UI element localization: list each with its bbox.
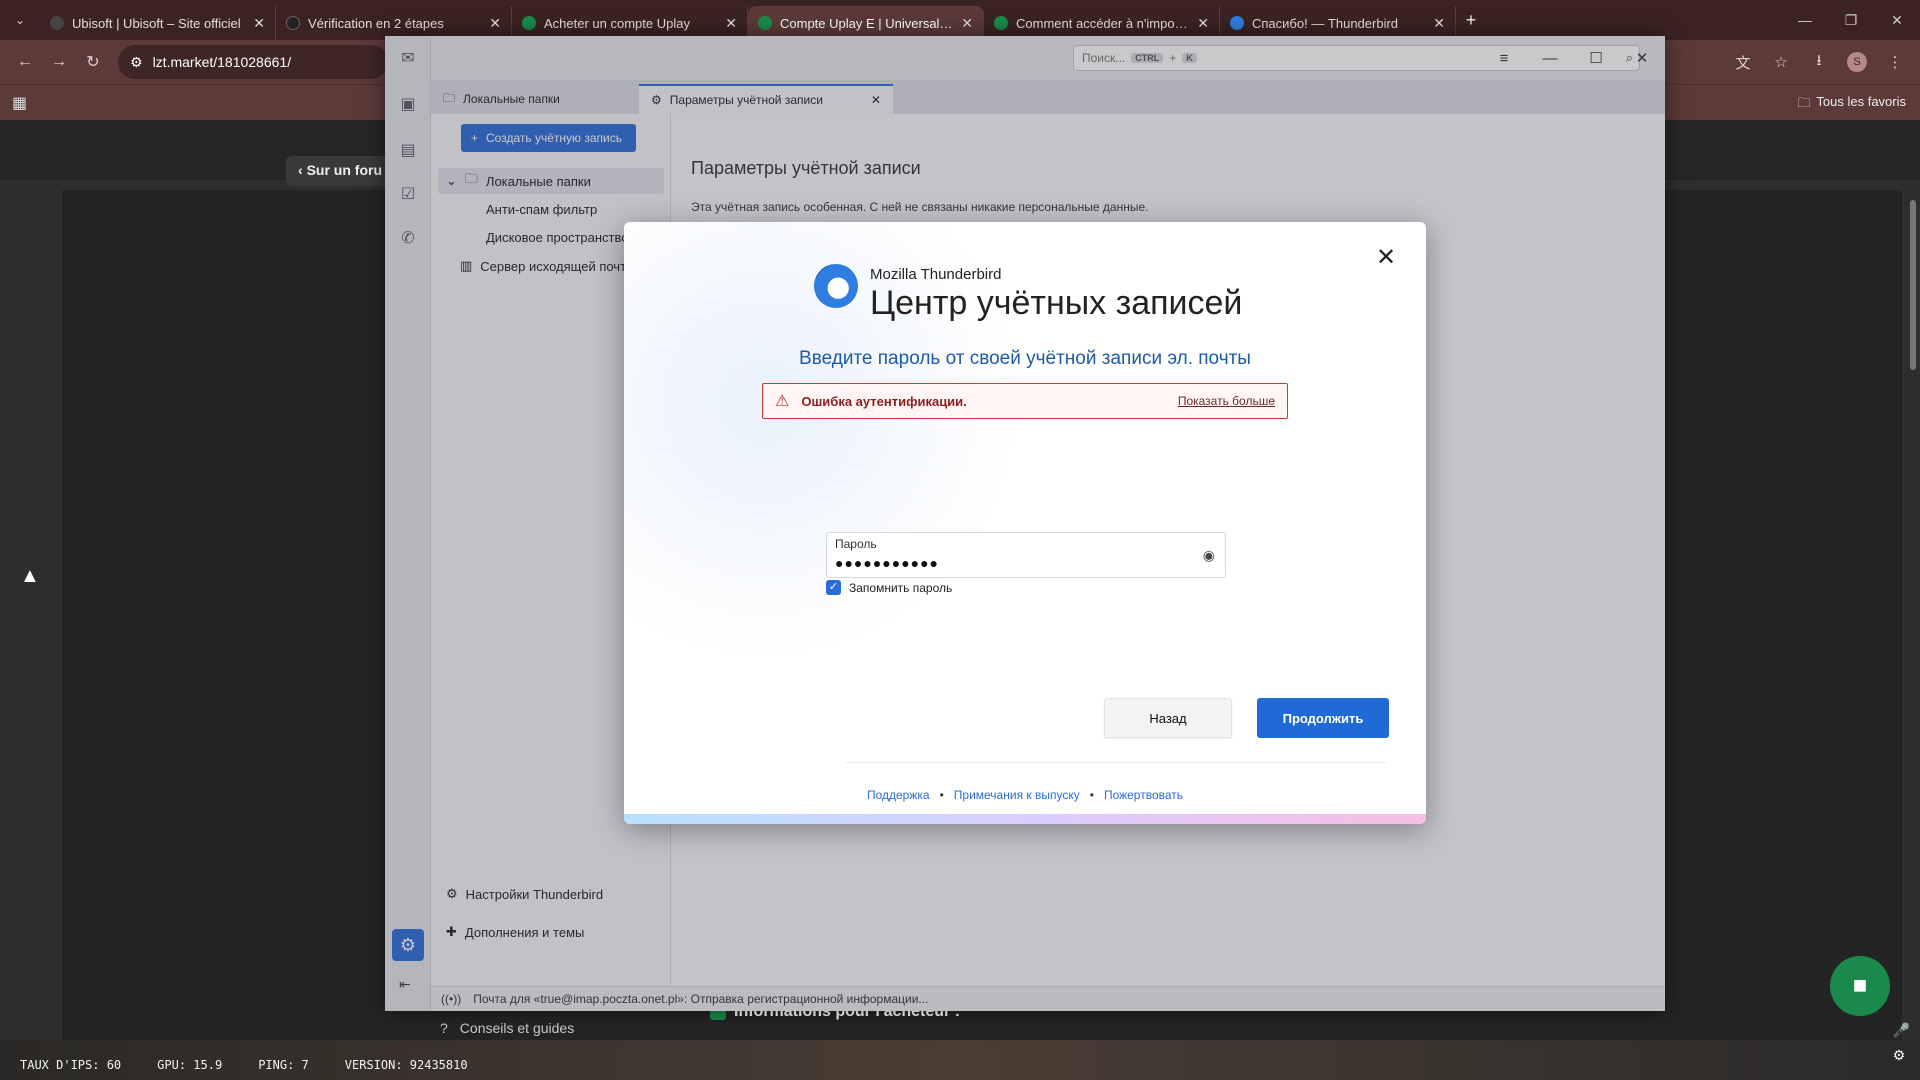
separator-dot: • xyxy=(939,788,944,802)
help-icon: ? xyxy=(440,1020,448,1036)
close-icon[interactable]: ✕ xyxy=(1374,246,1398,270)
download-icon[interactable]: ⭳ xyxy=(1802,45,1836,79)
forward-arrow-icon[interactable]: → xyxy=(42,45,76,79)
tab-title: Спасибо! — Thunderbird xyxy=(1252,15,1399,31)
close-icon[interactable]: ✕ xyxy=(1874,0,1920,40)
password-field[interactable]: Пароль ◉ xyxy=(826,532,1226,578)
browser-tab-5[interactable]: Comment accéder à n'importe ✕ xyxy=(984,6,1220,40)
account-hub-dialog: ✕ Mozilla Thunderbird Центр учётных запи… xyxy=(624,222,1426,824)
tab-close-icon[interactable]: ✕ xyxy=(1433,15,1445,32)
reload-icon[interactable]: ↻ xyxy=(76,45,110,79)
browser-tab-1[interactable]: Ubisoft | Ubisoft – Site officiel ✕ xyxy=(40,6,276,40)
tab-search-dropdown[interactable]: ⌄ xyxy=(0,0,40,40)
overlay-icons: 🎤 ⚙ xyxy=(1893,1022,1910,1064)
restore-icon[interactable]: ❐ xyxy=(1828,0,1874,40)
footer-divider xyxy=(846,762,1386,763)
back-button[interactable]: Назад xyxy=(1104,698,1232,738)
apps-grid-icon[interactable]: ▦ xyxy=(12,93,27,113)
error-notification: ⚠ Ошибка аутентификации. Показать больше xyxy=(762,383,1288,419)
star-icon[interactable]: ☆ xyxy=(1764,45,1798,79)
thunderbird-favicon-icon xyxy=(1230,16,1244,30)
dialog-title: Центр учётных записей xyxy=(870,284,1243,322)
scroll-up-icon[interactable]: ▲ xyxy=(20,565,40,588)
tab-close-icon[interactable]: ✕ xyxy=(725,15,737,32)
support-link[interactable]: Поддержка xyxy=(867,788,930,802)
chat-icon: ■ xyxy=(1852,972,1868,999)
page-scrollbar[interactable] xyxy=(1910,200,1916,370)
browser-tabstrip: ⌄ Ubisoft | Ubisoft – Site officiel ✕ Vé… xyxy=(0,0,1920,40)
address-bar[interactable]: ⚙ lzt.market/181028661/ xyxy=(118,45,388,79)
guides-link[interactable]: ? Conseils et guides xyxy=(440,1020,574,1036)
browser-tab-4[interactable]: Compte Uplay E | Universal 1 | A ✕ xyxy=(748,6,984,40)
url-text: lzt.market/181028661/ xyxy=(152,54,292,70)
brand-name: Mozilla Thunderbird xyxy=(870,266,1002,283)
dialog-heading: Введите пароль от своей учётной записи э… xyxy=(799,348,1251,369)
tab-title: Compte Uplay E | Universal 1 | A xyxy=(780,15,954,31)
tab-title: Vérification en 2 étapes xyxy=(308,15,444,31)
back-to-forum-label: Sur un foru xyxy=(306,162,382,178)
tab-title: Comment accéder à n'importe xyxy=(1016,15,1190,31)
fps-stat: TAUX D'IPS: 60 xyxy=(20,1058,122,1072)
show-more-link[interactable]: Показать больше xyxy=(1178,394,1275,408)
password-input[interactable] xyxy=(835,553,1175,573)
chat-button[interactable]: ■ xyxy=(1830,956,1890,1016)
tab-close-icon[interactable]: ✕ xyxy=(253,15,265,32)
footer-links: Поддержка • Примечания к выпуску • Пожер… xyxy=(624,788,1426,802)
guides-label: Conseils et guides xyxy=(459,1020,575,1036)
tab-close-icon[interactable]: ✕ xyxy=(1197,15,1209,32)
browser-tab-6[interactable]: Спасибо! — Thunderbird ✕ xyxy=(1220,6,1456,40)
all-bookmarks[interactable]: 🗀 Tous les favoris xyxy=(1797,94,1906,116)
show-password-eye-icon[interactable]: ◉ xyxy=(1203,547,1215,564)
menu-dots-icon[interactable]: ⋮ xyxy=(1878,45,1912,79)
release-notes-link[interactable]: Примечания к выпуску xyxy=(954,788,1080,802)
browser-window-controls: — ❐ ✕ xyxy=(1782,0,1920,40)
tab-close-icon[interactable]: ✕ xyxy=(489,15,501,32)
tab-close-icon[interactable]: ✕ xyxy=(961,15,973,32)
tab-title: Acheter un compte Uplay xyxy=(544,15,690,31)
verification-favicon-icon xyxy=(286,16,300,30)
translate-icon[interactable]: 文 xyxy=(1726,45,1760,79)
error-message: Ошибка аутентификации. xyxy=(801,393,967,409)
warning-icon: ⚠ xyxy=(775,393,790,410)
ubisoft-favicon-icon xyxy=(50,16,64,30)
remember-password-checkbox[interactable]: ✓ xyxy=(826,580,841,595)
site-info-icon[interactable]: ⚙ xyxy=(130,54,143,71)
settings-gear-icon[interactable]: ⚙ xyxy=(1893,1047,1910,1064)
remember-password[interactable]: ✓ Запомнить пароль xyxy=(826,580,952,595)
all-bookmarks-label: Tous les favoris xyxy=(1816,94,1906,109)
lzt-favicon-icon xyxy=(522,16,536,30)
donate-link[interactable]: Пожертвовать xyxy=(1104,788,1183,802)
performance-stats: TAUX D'IPS: 60 GPU: 15.9 PING: 7 VERSION… xyxy=(20,1058,468,1072)
thunderbird-logo-icon xyxy=(814,264,858,308)
back-arrow-icon[interactable]: ← xyxy=(8,45,42,79)
new-tab-button[interactable]: + xyxy=(1456,10,1486,31)
gpu-stat: GPU: 15.9 xyxy=(157,1058,223,1072)
browser-tab-3[interactable]: Acheter un compte Uplay ✕ xyxy=(512,6,748,40)
remember-password-label: Запомнить пароль xyxy=(849,580,953,595)
browser-tab-2[interactable]: Vérification en 2 étapes ✕ xyxy=(276,6,512,40)
minimize-icon[interactable]: — xyxy=(1782,0,1828,40)
dialog-bottom-glow xyxy=(624,814,1426,824)
password-label: Пароль xyxy=(835,537,877,551)
lzt-favicon-icon xyxy=(758,16,772,30)
profile-avatar[interactable]: S xyxy=(1847,52,1867,72)
version-stat: VERSION: 92435810 xyxy=(344,1058,468,1072)
continue-button[interactable]: Продолжить xyxy=(1257,698,1389,738)
lzt-favicon-icon xyxy=(994,16,1008,30)
navbar-actions: 文 ☆ ⭳ S ⋮ xyxy=(1726,45,1912,79)
tab-title: Ubisoft | Ubisoft – Site officiel xyxy=(72,15,241,31)
separator-dot: • xyxy=(1089,788,1094,802)
folder-icon: 🗀 xyxy=(1797,95,1811,110)
microphone-icon[interactable]: 🎤 xyxy=(1893,1022,1910,1039)
ping-stat: PING: 7 xyxy=(258,1058,309,1072)
